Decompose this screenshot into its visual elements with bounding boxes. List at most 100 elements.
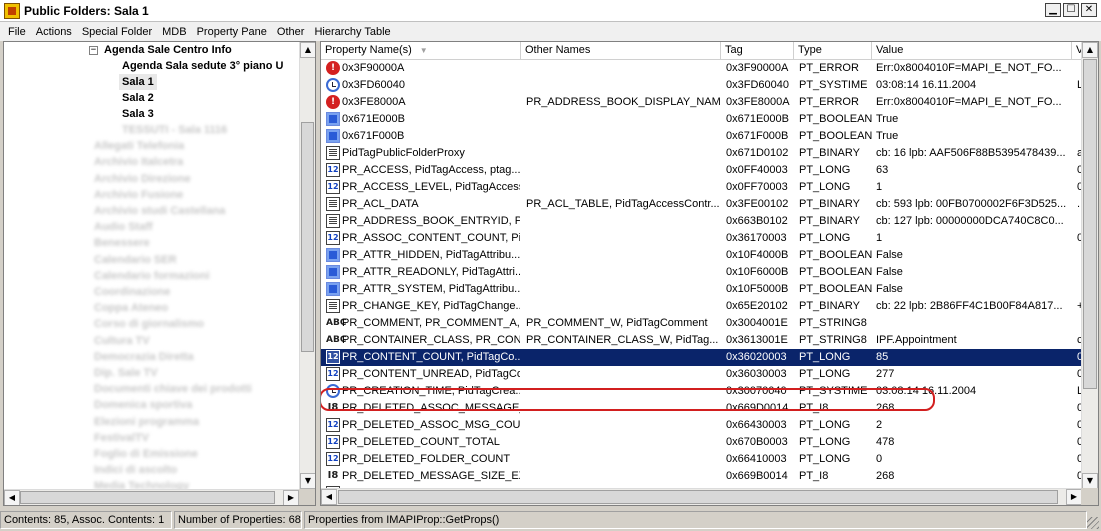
table-row[interactable]: PR_ACL_DATA PR_ACL_TABLE, PidTagAccessCon… — [321, 196, 1081, 213]
scroll-up-icon[interactable]: ▲ — [1082, 42, 1098, 58]
scroll-thumb[interactable] — [301, 122, 314, 352]
table-row[interactable]: 12 PR_ACCESS_LEVEL, PidTagAccess... 0x0FF7… — [321, 179, 1083, 196]
table-row[interactable]: PR_CHANGE_KEY, PidTagChange... 0x65E20102… — [321, 298, 1083, 315]
tree-item-redacted[interactable]: FestivalTV — [94, 430, 149, 446]
menu-mdb[interactable]: MDB — [158, 26, 192, 38]
table-row[interactable]: 12 PR_DELETED_COUNT_TOTAL 0x670B0003 PT_LON… — [321, 434, 1083, 451]
tree-item-redacted[interactable]: Coppa Ateneo — [94, 300, 168, 316]
table-row[interactable]: PR_ATTR_SYSTEM, PidTagAttribu... 0x10F500… — [321, 281, 1081, 298]
table-row[interactable]: 12 PR_DELETED_FOLDER_COUNT 0x66410003 PT_LO… — [321, 451, 1083, 468]
table-row[interactable]: 12 PR_ACCESS, PidTagAccess, ptag... 0x0FF4… — [321, 162, 1083, 179]
tree-item[interactable]: Sala 3 — [122, 106, 154, 122]
cell-name: PR_ACCESS, PidTagAccess, ptag... — [342, 164, 520, 176]
tree-item-redacted[interactable]: Archivio Italcetra — [94, 154, 183, 170]
table-row[interactable]: ! 0x3F90000A 0x3F90000A PT_ERROR Err:0x80040… — [321, 60, 1081, 77]
tree-item-redacted[interactable]: Documenti chiave dei prodotti — [94, 381, 252, 397]
tree-item-redacted[interactable]: Calendario formazioni — [94, 268, 210, 284]
scroll-down-icon[interactable]: ▼ — [300, 473, 315, 489]
table-row-selected[interactable]: 12 PR_CONTENT_COUNT, PidTagCo... 0x3602000… — [321, 349, 1083, 366]
table-row[interactable]: PR_ADDRESS_BOOK_ENTRYID, P... 0x663B0102 P… — [321, 213, 1081, 230]
scroll-thumb[interactable] — [1083, 59, 1097, 389]
tree-item[interactable]: Sala 2 — [122, 90, 154, 106]
table-row[interactable]: 12 PR_CONTENT_UNREAD, PidTagCo... 0x360300… — [321, 366, 1083, 383]
cell-type: PT_LONG — [799, 351, 851, 363]
table-row[interactable]: 12 PR_ASSOC_CONTENT_COUNT, Pi... 0x3617000… — [321, 230, 1083, 247]
column-other-names[interactable]: Other Names — [521, 42, 721, 60]
column-value[interactable]: Value — [872, 42, 1072, 60]
column-tag[interactable]: Tag — [721, 42, 794, 60]
tree-item-redacted[interactable]: Cultura TV — [94, 333, 150, 349]
cell-other — [526, 264, 720, 281]
cell-value: Err:0x8004010F=MAPI_E_NOT_FO... — [876, 96, 1062, 108]
tree-item-selected[interactable]: Sala 1 — [119, 74, 157, 90]
table-row[interactable]: 0x671F000B 0x671F000B PT_BOOLEAN True — [321, 128, 1081, 145]
menu-property-pane[interactable]: Property Pane — [193, 26, 273, 38]
tree-item-redacted[interactable]: Foglio di Emissione — [94, 446, 198, 462]
scroll-left-icon[interactable]: ◀ — [321, 489, 337, 505]
cell-name: PR_DELETED_FOLDER_COUNT — [342, 453, 511, 465]
table-row[interactable]: PidTagPublicFolderProxy 0x671D0102 PT_BINA… — [321, 145, 1083, 162]
close-button[interactable]: ✕ — [1081, 3, 1097, 17]
resize-grip-icon[interactable] — [1087, 517, 1099, 529]
cell-name: PR_ADDRESS_BOOK_ENTRYID, P... — [342, 215, 520, 227]
column-property-name[interactable]: Property Name(s) ▼ — [321, 42, 521, 60]
tree-item-redacted[interactable]: Democrazia Diretta — [94, 349, 194, 365]
menu-actions[interactable]: Actions — [32, 26, 78, 38]
scroll-thumb[interactable] — [20, 491, 275, 504]
scroll-up-icon[interactable]: ▲ — [300, 42, 315, 58]
list-horizontal-scrollbar[interactable]: ◀ ▶ — [321, 488, 1082, 505]
menu-special-folder[interactable]: Special Folder — [78, 26, 158, 38]
minimize-button[interactable]: ▁ — [1045, 3, 1061, 17]
tree-item-redacted[interactable]: Archivio Direzione — [94, 171, 191, 187]
table-row[interactable]: 0x3FD60040 0x3FD60040 PT_SYSTIME 03:08:14 1… — [321, 77, 1083, 94]
table-row[interactable]: 0x671E000B 0x671E000B PT_BOOLEAN True — [321, 111, 1081, 128]
tree-item-redacted[interactable]: Corso di giornalismo — [94, 316, 204, 332]
column-type[interactable]: Type — [794, 42, 872, 60]
cell-other — [526, 366, 720, 383]
tree-vertical-scrollbar[interactable]: ▲ ▼ — [299, 42, 315, 489]
tree-item-redacted[interactable]: Elezioni programma — [94, 414, 199, 430]
tree-item-redacted[interactable]: Archivio Fusione — [94, 187, 183, 203]
tree-item-redacted[interactable]: Benessere — [94, 235, 150, 251]
table-row[interactable]: PR_ATTR_HIDDEN, PidTagAttribu... 0x10F400… — [321, 247, 1081, 264]
list-vertical-scrollbar[interactable]: ▲ ▼ — [1081, 42, 1098, 489]
table-row[interactable]: I8 PR_DELETED_MESSAGE_SIZE_EX... 0x669B001… — [321, 468, 1083, 485]
tree-item-redacted[interactable]: Indici di ascolto — [94, 462, 177, 478]
table-row[interactable]: PR_CREATION_TIME, PidTagCrea... 0x3007004… — [321, 383, 1083, 400]
scroll-thumb[interactable] — [338, 490, 1058, 504]
table-row[interactable]: ! 0x3FE8000A PR_ADDRESS_BOOK_DISPLAY_NAME 0… — [321, 94, 1081, 111]
folder-tree[interactable]: − Agenda Sale Centro Info Agenda Sala se… — [3, 41, 316, 506]
cell-other — [526, 434, 720, 451]
properties-list[interactable]: Property Name(s) ▼ Other Names Tag Type V… — [320, 41, 1099, 506]
cell-name: 0x671F000B — [342, 130, 405, 142]
scroll-right-icon[interactable]: ▶ — [1066, 489, 1082, 505]
tree-item-redacted[interactable]: Domenica sportiva — [94, 397, 192, 413]
tree-item-redacted[interactable]: Archivio studi Castellana — [94, 203, 225, 219]
tree-item-redacted[interactable]: Allegati Telefonia — [94, 138, 184, 154]
tree-item-redacted[interactable]: Audio Staff — [94, 219, 153, 235]
menu-other[interactable]: Other — [273, 26, 311, 38]
tree-item-redacted[interactable]: Calendario SER — [94, 252, 177, 268]
tree-item-redacted[interactable]: Coordinazione — [94, 284, 170, 300]
table-row[interactable]: ABC PR_CONTAINER_CLASS, PR_CON... PR_CONTA… — [321, 332, 1083, 349]
table-row[interactable]: ABC PR_COMMENT, PR_COMMENT_A,... PR_COMMEN… — [321, 315, 1081, 332]
table-row[interactable]: PR_ATTR_READONLY, PidTagAttri... 0x10F600… — [321, 264, 1081, 281]
table-row[interactable]: I8 PR_DELETED_ASSOC_MESSAGE_... 0x669D0014… — [321, 400, 1083, 417]
tree-item[interactable]: Agenda Sala sedute 3° piano U — [122, 58, 284, 74]
tree-item-parent[interactable]: Agenda Sale Centro Info — [104, 42, 232, 58]
scroll-down-icon[interactable]: ▼ — [1082, 473, 1098, 489]
menu-file[interactable]: File — [4, 26, 32, 38]
scroll-left-icon[interactable]: ◀ — [4, 490, 20, 505]
tree-item-redacted[interactable]: Dip. Sale TV — [94, 365, 158, 381]
cell-name: PR_CREATION_TIME, PidTagCrea... — [342, 385, 520, 397]
tree-item-redacted[interactable]: TESSUTI - Sala 1116 — [122, 122, 227, 138]
cell-other — [526, 349, 720, 366]
collapse-icon[interactable]: − — [89, 46, 98, 55]
maximize-button[interactable]: ☐ — [1063, 3, 1079, 17]
table-row[interactable]: 12 PR_DELETED_ASSOC_MSG_COUNT 0x66430003 PT… — [321, 417, 1083, 434]
tree-horizontal-scrollbar[interactable]: ◀ ▶ — [4, 489, 299, 505]
scroll-right-icon[interactable]: ▶ — [283, 490, 299, 505]
menu-hierarchy-table[interactable]: Hierarchy Table — [310, 26, 396, 38]
cell-value: False — [876, 283, 903, 295]
cell-type: PT_SYSTIME — [799, 79, 868, 91]
